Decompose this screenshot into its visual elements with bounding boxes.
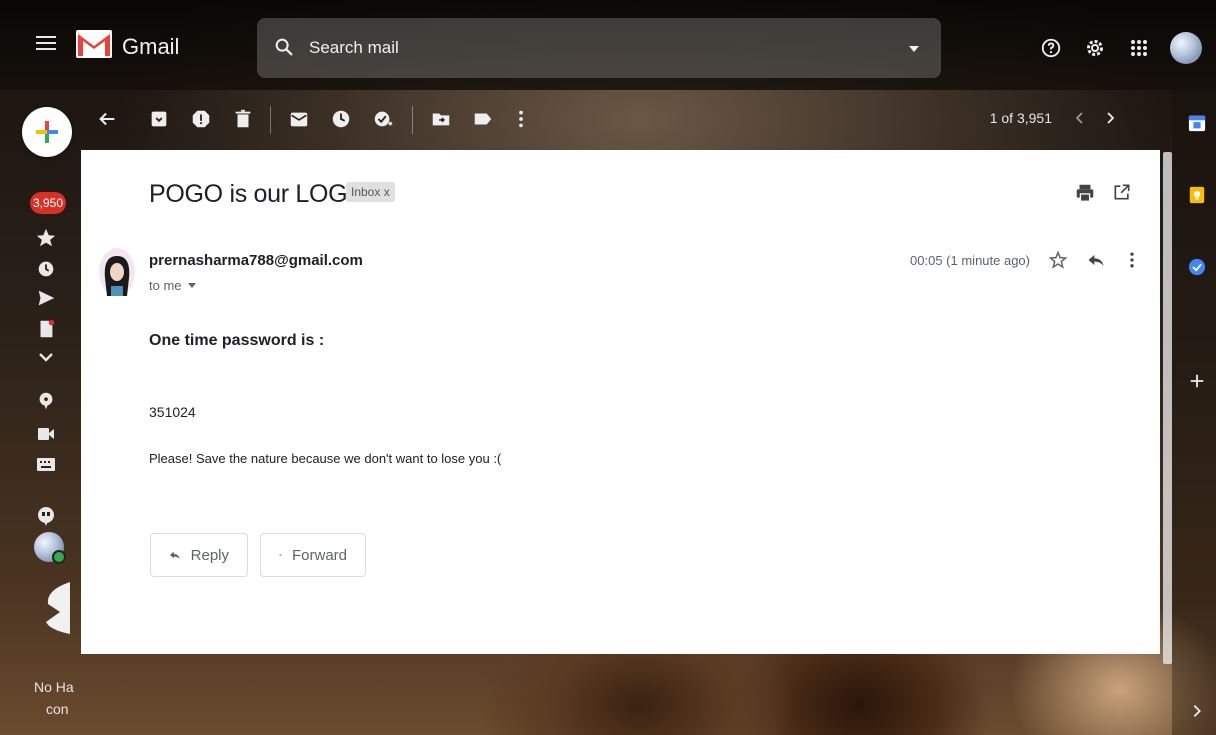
- message-toolbar: 1 of 3,951: [96, 100, 1156, 140]
- drafts-icon[interactable]: [34, 318, 58, 340]
- reply-arrow-icon[interactable]: [1086, 250, 1106, 270]
- message-scrollbar[interactable]: [1163, 152, 1172, 664]
- keep-bulb-icon[interactable]: [1188, 186, 1206, 204]
- side-panel: [1172, 90, 1216, 735]
- inbox-unread-badge[interactable]: 3,950: [30, 192, 66, 214]
- older-chevron-right-icon[interactable]: [1106, 111, 1116, 125]
- message-more-options-icon[interactable]: [1124, 250, 1140, 270]
- sender-email[interactable]: prernasharma788@gmail.com: [149, 252, 363, 269]
- hangouts-empty-text: No Ha con: [34, 679, 74, 717]
- snooze-clock-icon[interactable]: [330, 108, 352, 130]
- apps-grid-icon[interactable]: [1126, 35, 1152, 61]
- reply-button[interactable]: Reply: [150, 533, 248, 577]
- new-meeting-video-icon[interactable]: [34, 424, 58, 444]
- move-to-folder-icon[interactable]: [430, 108, 452, 130]
- label-tag-icon[interactable]: [472, 108, 494, 130]
- header-actions: [1038, 28, 1202, 68]
- email-subject: POGO is our LOGO: [149, 180, 367, 208]
- delete-trash-icon[interactable]: [232, 108, 254, 130]
- newer-chevron-left-icon[interactable]: [1074, 111, 1084, 125]
- reply-icon: [169, 551, 180, 559]
- sent-icon[interactable]: [34, 287, 58, 309]
- top-bar: Gmail Search mail: [0, 0, 1216, 90]
- search-icon[interactable]: [273, 36, 295, 58]
- message-header-actions: [1074, 182, 1132, 204]
- sender-avatar[interactable]: [97, 248, 137, 300]
- forward-button[interactable]: Forward: [260, 533, 366, 577]
- hangouts-empty-illustration: [46, 582, 70, 634]
- app-brand[interactable]: Gmail: [122, 34, 179, 60]
- tasks-check-icon[interactable]: [1188, 258, 1206, 276]
- message-meta: 00:05 (1 minute ago): [910, 250, 1140, 270]
- add-to-tasks-icon[interactable]: [372, 108, 394, 130]
- meet-bubble-icon[interactable]: [34, 390, 58, 412]
- snoozed-clock-icon[interactable]: [34, 258, 58, 280]
- email-message-card: POGO is our LOGO Inbox x prernasharma788…: [81, 150, 1160, 654]
- toolbar-divider: [412, 106, 413, 134]
- starred-icon[interactable]: [34, 227, 58, 249]
- compose-button[interactable]: [22, 107, 72, 157]
- mark-unread-icon[interactable]: [288, 108, 310, 130]
- pager-count: 1 of 3,951: [989, 110, 1052, 126]
- more-chevron-down-icon[interactable]: [34, 350, 58, 366]
- search-bar[interactable]: Search mail: [257, 18, 941, 78]
- message-note: Please! Save the nature because we don't…: [149, 451, 502, 466]
- main-menu-icon[interactable]: [36, 36, 56, 50]
- hangouts-user-avatar[interactable]: [34, 532, 66, 564]
- online-status-dot: [52, 550, 66, 564]
- more-options-icon[interactable]: [510, 108, 532, 130]
- back-arrow-icon[interactable]: [96, 108, 118, 130]
- otp-value: 351024: [149, 404, 196, 420]
- toolbar-divider: [270, 106, 271, 134]
- search-input[interactable]: Search mail: [309, 38, 399, 58]
- show-side-panel-chevron-icon[interactable]: [1188, 702, 1206, 720]
- report-spam-icon[interactable]: [190, 108, 212, 130]
- search-options-chevron-icon[interactable]: [909, 46, 919, 52]
- calendar-icon[interactable]: [1188, 114, 1206, 132]
- settings-gear-icon[interactable]: [1082, 35, 1108, 61]
- compose-plus-icon: [36, 121, 58, 143]
- inbox-label-chip[interactable]: Inbox x: [346, 182, 395, 202]
- archive-icon[interactable]: [148, 108, 170, 130]
- otp-heading: One time password is :: [149, 332, 325, 349]
- message-timestamp: 00:05 (1 minute ago): [910, 252, 1030, 268]
- account-avatar[interactable]: [1170, 32, 1202, 64]
- pagination: 1 of 3,951: [990, 110, 1116, 126]
- recipient-details[interactable]: to me: [149, 278, 196, 293]
- help-icon[interactable]: [1038, 35, 1064, 61]
- hangouts-quote-icon[interactable]: [34, 504, 58, 528]
- get-addons-plus-icon[interactable]: [1188, 372, 1206, 390]
- gmail-logo-icon[interactable]: [76, 30, 112, 58]
- star-outline-icon[interactable]: [1048, 250, 1068, 270]
- open-new-window-icon[interactable]: [1112, 182, 1132, 202]
- recipient-details-caret-icon[interactable]: [187, 282, 196, 289]
- print-icon[interactable]: [1074, 182, 1096, 204]
- join-meeting-keyboard-icon[interactable]: [34, 454, 58, 474]
- forward-icon: [279, 554, 282, 556]
